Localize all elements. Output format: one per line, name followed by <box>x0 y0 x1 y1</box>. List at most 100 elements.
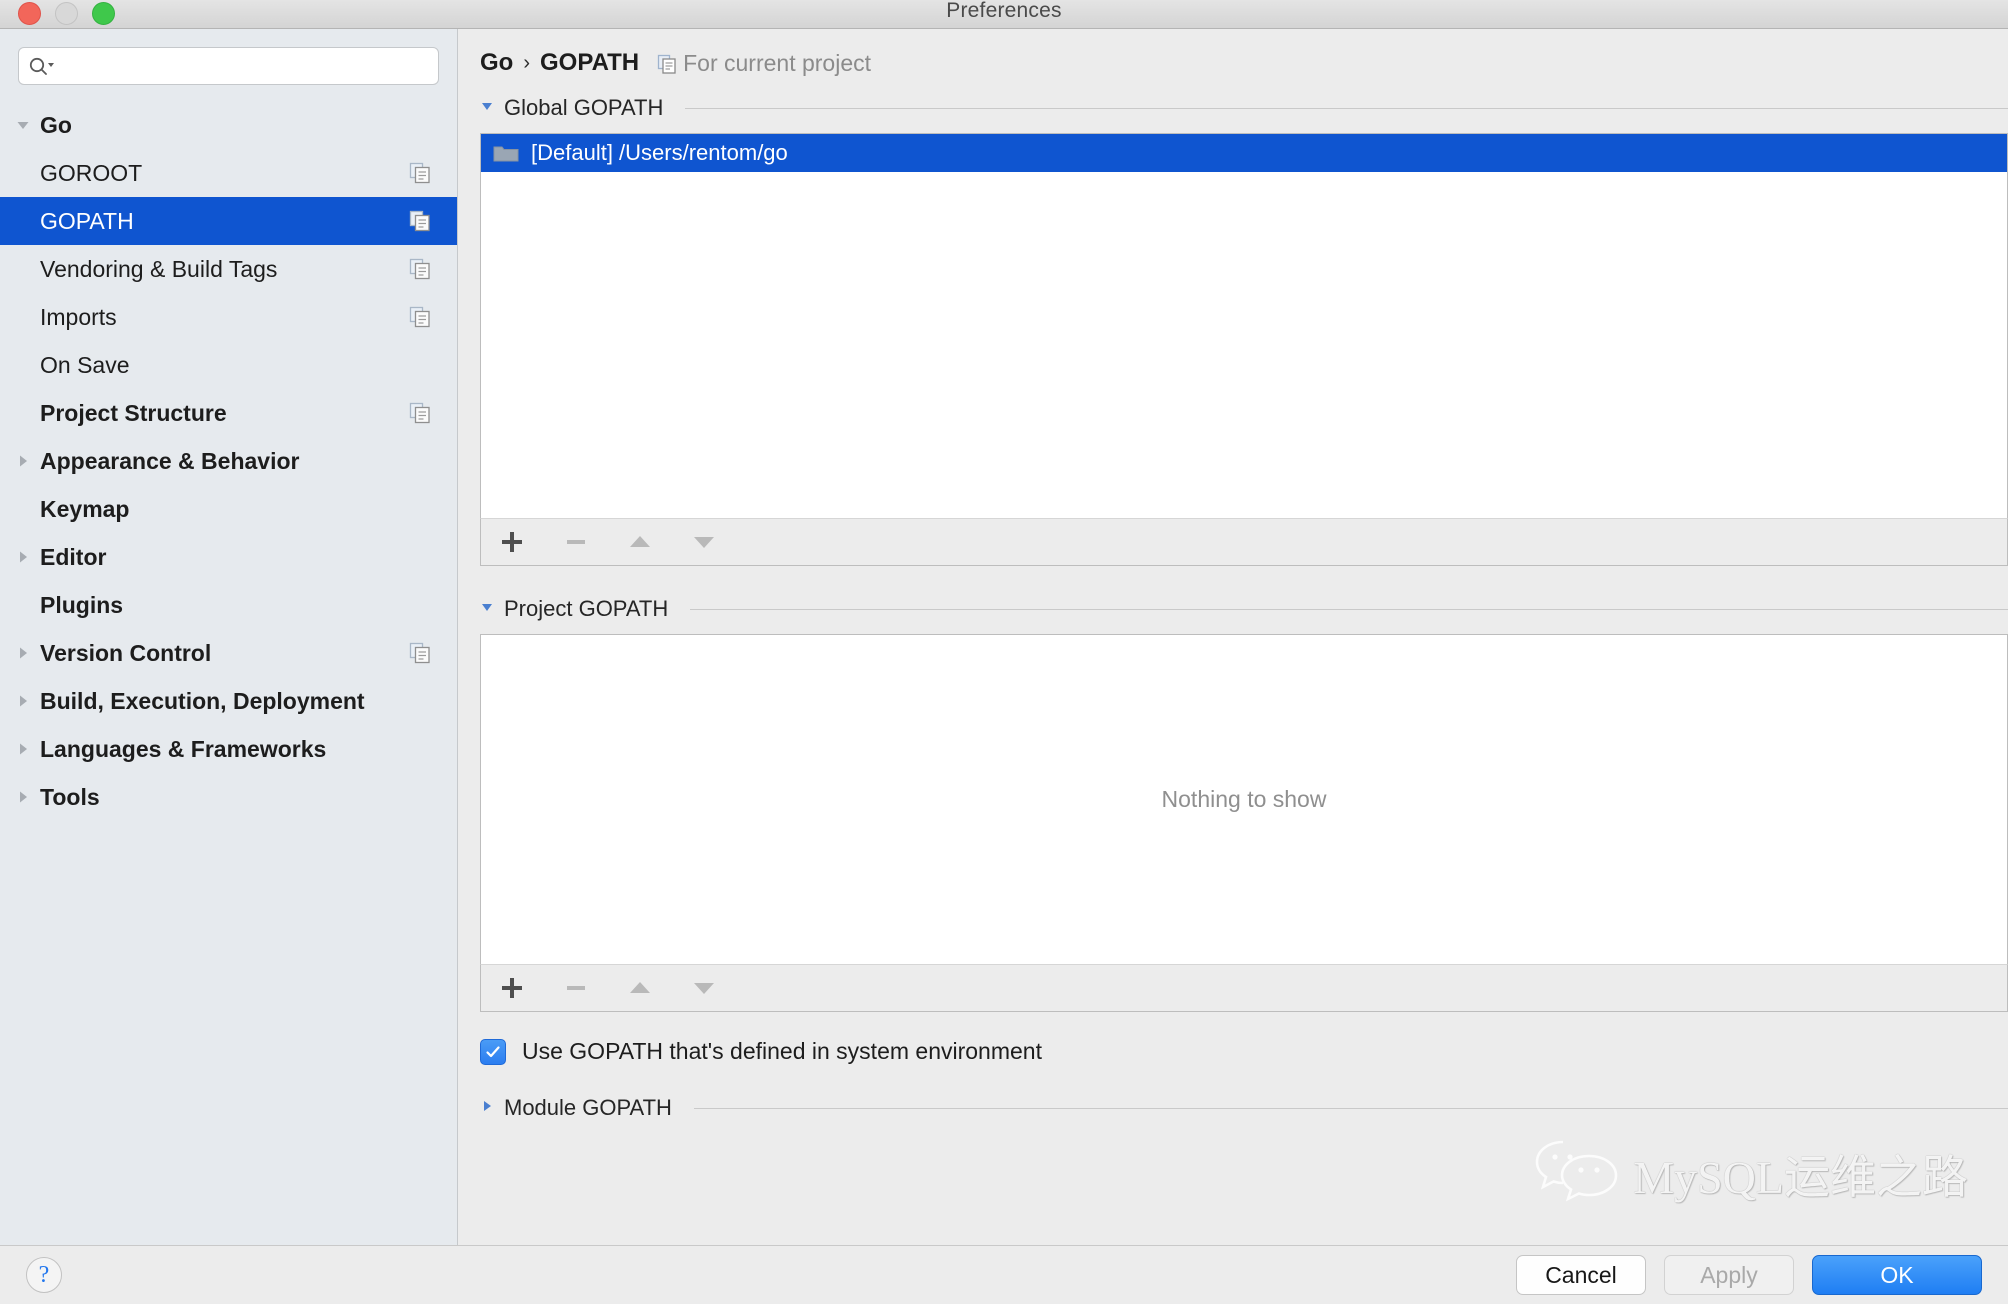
search-box[interactable] <box>18 47 439 85</box>
chevron-right-icon[interactable] <box>6 453 40 469</box>
preferences-window: Preferences Go GOROOT GOPATH Vendoring &… <box>0 0 2008 1304</box>
chevron-right-icon[interactable] <box>6 693 40 709</box>
project-gopath-list[interactable]: Nothing to show <box>480 634 2008 964</box>
section-divider-line <box>685 107 2008 109</box>
settings-tree: Go GOROOT GOPATH Vendoring & Build Tags Impo… <box>0 97 457 1245</box>
sidebar-item-build-execution-deployment[interactable]: Build, Execution, Deployment <box>0 677 457 725</box>
global-gopath-list[interactable]: [Default] /Users/rentom/go <box>480 133 2008 518</box>
sidebar-item-goroot[interactable]: GOROOT <box>0 149 457 197</box>
title-bar: Preferences <box>0 0 2008 29</box>
sidebar-item-label: Appearance & Behavior <box>40 447 300 474</box>
empty-state-text: Nothing to show <box>1161 786 1327 812</box>
search-container <box>0 29 457 97</box>
copy-settings-icon[interactable] <box>409 642 431 664</box>
remove-button[interactable] <box>561 973 591 1003</box>
sidebar-item-plugins[interactable]: Plugins <box>0 581 457 629</box>
section-divider-line <box>693 1107 2008 1109</box>
sidebar-item-project-structure[interactable]: Project Structure <box>0 389 457 437</box>
settings-main-panel: Go › GOPATH For current project Global G… <box>458 29 2008 1245</box>
sidebar-item-label: Version Control <box>40 639 212 666</box>
ok-button[interactable]: OK <box>1812 1255 1982 1295</box>
gopath-list-item-label: [Default] /Users/rentom/go <box>531 140 788 165</box>
sidebar-item-label: Go <box>40 111 72 138</box>
sidebar-item-label: Tools <box>40 783 100 810</box>
module-gopath-title: Module GOPATH <box>504 1095 672 1120</box>
sidebar-item-label: Vendoring & Build Tags <box>40 255 278 282</box>
project-gopath-expand-icon[interactable] <box>480 600 494 619</box>
remove-button[interactable] <box>561 527 591 557</box>
sidebar-item-vendoring-build-tags[interactable]: Vendoring & Build Tags <box>0 245 457 293</box>
move-down-button[interactable] <box>689 973 719 1003</box>
window-title: Preferences <box>946 0 1062 22</box>
breadcrumb-root[interactable]: Go <box>480 49 513 77</box>
sidebar-item-label: Build, Execution, Deployment <box>40 687 365 714</box>
breadcrumb: Go › GOPATH For current project <box>458 29 2008 91</box>
copy-settings-icon[interactable] <box>409 306 431 328</box>
sidebar-item-appearance-behavior[interactable]: Appearance & Behavior <box>0 437 457 485</box>
sidebar-item-label: Plugins <box>40 591 124 618</box>
sidebar-item-label: Keymap <box>40 495 130 522</box>
project-gopath-title: Project GOPATH <box>504 596 669 621</box>
project-gopath-section-header[interactable]: Project GOPATH <box>458 592 2008 626</box>
sidebar-item-languages-frameworks[interactable]: Languages & Frameworks <box>0 725 457 773</box>
sidebar-item-label: Languages & Frameworks <box>40 735 327 762</box>
move-down-button[interactable] <box>689 527 719 557</box>
help-button[interactable]: ? <box>26 1257 62 1293</box>
gopath-list-item[interactable]: [Default] /Users/rentom/go <box>481 134 2007 172</box>
chevron-right-icon[interactable] <box>6 645 40 661</box>
sidebar-item-label: GOPATH <box>40 207 134 234</box>
add-button[interactable] <box>497 527 527 557</box>
apply-button[interactable]: Apply <box>1664 1255 1794 1295</box>
sidebar-item-editor[interactable]: Editor <box>0 533 457 581</box>
system-env-checkbox-row[interactable]: Use GOPATH that's defined in system envi… <box>480 1038 2008 1065</box>
global-gopath-section-header[interactable]: Global GOPATH <box>458 91 2008 125</box>
copy-settings-icon[interactable] <box>657 53 677 74</box>
search-input[interactable] <box>61 50 438 82</box>
add-button[interactable] <box>497 973 527 1003</box>
search-icon <box>29 56 55 76</box>
sidebar-item-gopath[interactable]: GOPATH <box>0 197 457 245</box>
breadcrumb-scope-note: For current project <box>683 49 872 76</box>
sidebar-item-keymap[interactable]: Keymap <box>0 485 457 533</box>
copy-settings-icon[interactable] <box>409 402 431 424</box>
chevron-right-icon[interactable] <box>6 789 40 805</box>
breadcrumb-current: GOPATH <box>540 49 640 76</box>
sidebar-item-version-control[interactable]: Version Control <box>0 629 457 677</box>
dialog-footer: ? Cancel Apply OK <box>0 1245 2008 1304</box>
chevron-down-icon[interactable] <box>6 117 40 133</box>
global-gopath-expand-icon[interactable] <box>480 99 494 118</box>
sidebar-item-label: Imports <box>40 303 117 330</box>
chevron-right-icon[interactable] <box>6 549 40 565</box>
sidebar-item-tools[interactable]: Tools <box>0 773 457 821</box>
section-divider-line <box>690 608 2008 610</box>
module-gopath-collapse-icon[interactable] <box>480 1099 494 1118</box>
watermark: MySQL运维之路 <box>1533 1136 1968 1211</box>
copy-settings-icon[interactable] <box>409 258 431 280</box>
sidebar-item-label: On Save <box>40 351 130 378</box>
sidebar-item-label: Project Structure <box>40 399 227 426</box>
move-up-button[interactable] <box>625 527 655 557</box>
system-env-checkbox-label: Use GOPATH that's defined in system envi… <box>522 1038 1042 1064</box>
global-gopath-title: Global GOPATH <box>504 95 664 120</box>
project-gopath-toolbar <box>480 964 2008 1012</box>
footer-buttons: Cancel Apply OK <box>1516 1255 1982 1295</box>
sidebar-item-imports[interactable]: Imports <box>0 293 457 341</box>
sidebar-item-label: GOROOT <box>40 159 143 186</box>
global-gopath-toolbar <box>480 518 2008 566</box>
move-up-button[interactable] <box>625 973 655 1003</box>
wechat-logo-icon <box>1533 1136 1619 1211</box>
system-env-checkbox[interactable] <box>480 1038 506 1065</box>
sidebar-item-label: Editor <box>40 543 107 570</box>
sidebar-item-on-save[interactable]: On Save <box>0 341 457 389</box>
dialog-body: Go GOROOT GOPATH Vendoring & Build Tags Impo… <box>0 29 2008 1245</box>
copy-settings-icon[interactable] <box>409 210 431 232</box>
copy-settings-icon[interactable] <box>409 162 431 184</box>
sidebar-item-go[interactable]: Go <box>0 101 457 149</box>
breadcrumb-separator: › <box>523 51 530 74</box>
chevron-right-icon[interactable] <box>6 741 40 757</box>
cancel-button[interactable]: Cancel <box>1516 1255 1646 1295</box>
watermark-text: MySQL运维之路 <box>1633 1151 1968 1203</box>
folder-icon <box>493 143 519 163</box>
module-gopath-section-header[interactable]: Module GOPATH <box>458 1091 2008 1125</box>
settings-sidebar: Go GOROOT GOPATH Vendoring & Build Tags Impo… <box>0 29 458 1245</box>
